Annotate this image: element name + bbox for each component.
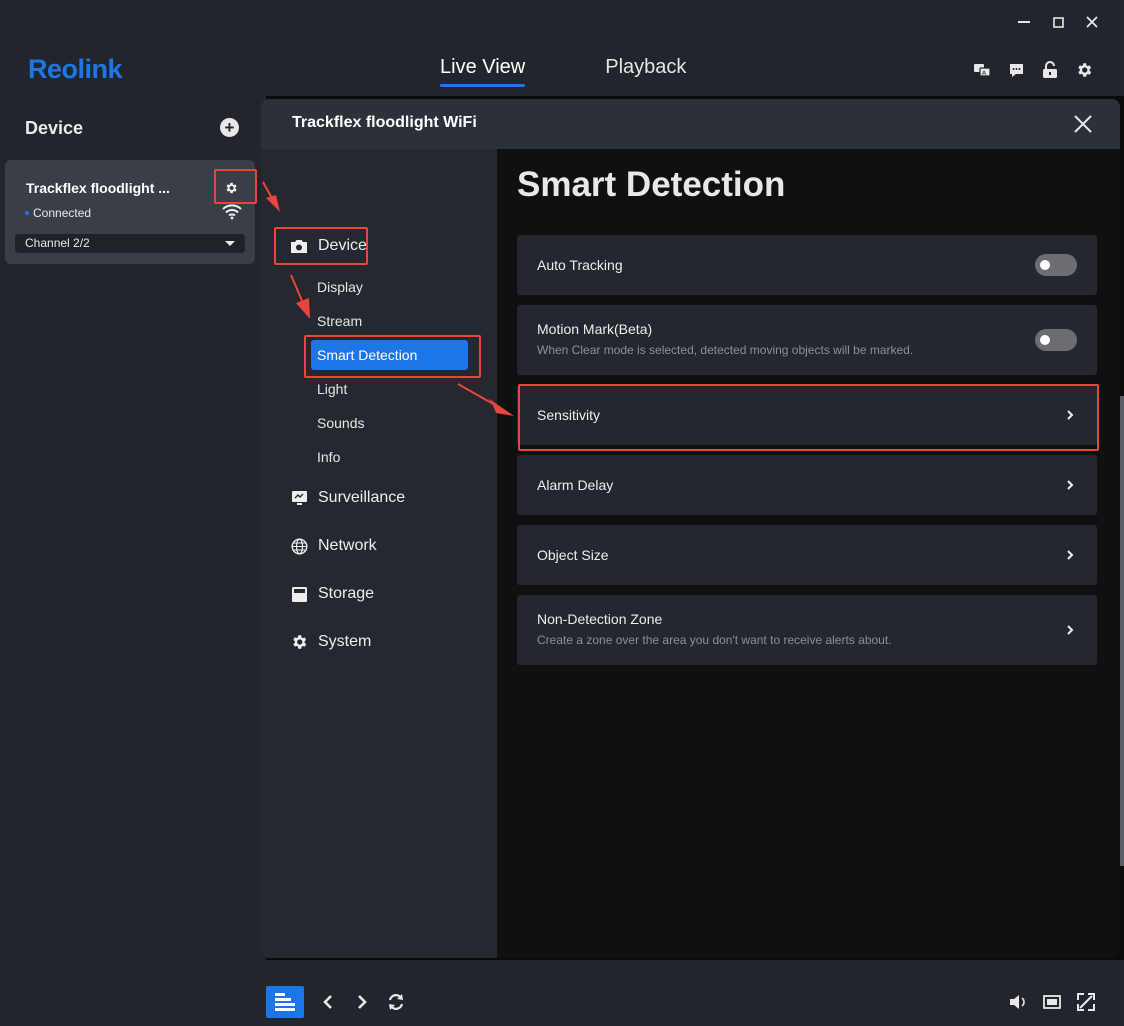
sidebar-item-network[interactable]: Network [290, 537, 377, 555]
device-status: Connected [25, 206, 91, 220]
sidebar-item-smart-detection[interactable]: Smart Detection [311, 340, 468, 370]
main-nav-tabs: Live View Playback [440, 56, 686, 87]
settings-content: Smart Detection Auto Tracking Motion Mar… [497, 149, 1120, 958]
add-device-button[interactable]: + [220, 118, 239, 137]
sidebar-item-light[interactable]: Light [317, 381, 347, 397]
gear-icon[interactable] [1074, 60, 1094, 80]
screen-icon[interactable] [1042, 992, 1062, 1012]
row-non-detection-zone[interactable]: Non-Detection Zone Create a zone over th… [517, 595, 1097, 665]
language-icon[interactable]: A [972, 60, 992, 80]
device-status-text: Connected [33, 206, 92, 220]
row-label: Auto Tracking [537, 257, 623, 273]
tab-live-view[interactable]: Live View [440, 56, 526, 87]
row-object-size[interactable]: Object Size [517, 525, 1097, 585]
chevron-right-icon [1067, 480, 1074, 490]
sidebar-item-info[interactable]: Info [317, 449, 340, 465]
surveillance-icon [290, 489, 308, 507]
dialog-close-icon[interactable] [1070, 111, 1096, 137]
motion-mark-toggle[interactable] [1035, 329, 1077, 351]
toggle-knob [1040, 260, 1050, 270]
row-description: Create a zone over the area you don't wa… [537, 633, 892, 647]
toggle-knob [1040, 335, 1050, 345]
row-label: Non-Detection Zone [537, 611, 663, 627]
sidebar-item-display[interactable]: Display [317, 279, 363, 295]
globe-icon [290, 537, 308, 555]
row-label: Alarm Delay [537, 477, 614, 493]
bottom-toolbar [266, 976, 1124, 1026]
sidebar-item-network-label: Network [318, 537, 377, 554]
device-panel-title: Device [25, 118, 84, 138]
plus-icon: + [224, 118, 235, 137]
gear-icon [290, 633, 308, 651]
chevron-right-icon [1067, 550, 1074, 560]
channel-select[interactable]: Channel 2/2 [15, 234, 245, 253]
sidebar-item-storage-label: Storage [318, 585, 375, 602]
refresh-icon[interactable] [386, 992, 406, 1012]
settings-dialog: Trackflex floodlight WiFi Device Display… [261, 99, 1120, 958]
row-auto-tracking: Auto Tracking [517, 235, 1097, 295]
sidebar-item-storage[interactable]: Storage [290, 585, 374, 603]
reolink-logo: Reolink [28, 54, 123, 84]
row-label: Object Size [537, 547, 609, 563]
auto-tracking-toggle[interactable] [1035, 254, 1077, 276]
wifi-icon [222, 204, 242, 220]
message-icon[interactable] [1006, 60, 1026, 80]
chevron-right-icon [1067, 410, 1074, 420]
sidebar-item-device-label: Device [318, 237, 367, 254]
device-settings-gear-icon[interactable] [221, 178, 241, 198]
sidebar-item-surveillance-label: Surveillance [318, 489, 406, 506]
row-sensitivity[interactable]: Sensitivity [517, 385, 1097, 445]
tab-playback[interactable]: Playback [605, 56, 686, 87]
device-card[interactable]: Trackflex floodlight ... Connected Chann… [5, 160, 255, 264]
sidebar-item-surveillance[interactable]: Surveillance [290, 489, 405, 507]
row-alarm-delay[interactable]: Alarm Delay [517, 455, 1097, 515]
close-icon[interactable] [1082, 10, 1102, 34]
sidebar-item-sounds[interactable]: Sounds [317, 415, 364, 431]
top-toolbar: A [972, 60, 1094, 80]
caret-down-icon [225, 241, 235, 246]
chevron-right-icon [1067, 625, 1074, 635]
sidebar-item-system[interactable]: System [290, 633, 371, 651]
bottom-toolbar-left [266, 986, 406, 1018]
row-motion-mark: Motion Mark(Beta) When Clear mode is sel… [517, 305, 1097, 375]
row-description: When Clear mode is selected, detected mo… [537, 343, 914, 357]
camera-icon [290, 237, 308, 255]
sidebar-item-device[interactable]: Device [290, 237, 367, 255]
row-label: Sensitivity [537, 407, 601, 423]
window-controls [1014, 10, 1102, 34]
sidebar-item-system-label: System [318, 633, 372, 650]
volume-icon[interactable] [1008, 992, 1028, 1012]
bottom-toolbar-right [1008, 992, 1096, 1012]
dialog-header: Trackflex floodlight WiFi [261, 99, 1120, 149]
minimize-icon[interactable] [1014, 10, 1034, 34]
page-title: Smart Detection [517, 165, 786, 204]
storage-icon [290, 585, 308, 603]
row-label: Motion Mark(Beta) [537, 321, 653, 337]
scrollbar[interactable] [1120, 396, 1124, 866]
sidebar-item-stream[interactable]: Stream [317, 313, 362, 329]
status-dot-icon [25, 211, 29, 215]
maximize-icon[interactable] [1048, 10, 1068, 34]
app-window: Reolink Live View Playback A Device + Tr… [0, 0, 1124, 1026]
fullscreen-icon[interactable] [1076, 992, 1096, 1012]
chevron-right-icon[interactable] [352, 992, 372, 1012]
grid-layout-icon[interactable] [266, 986, 304, 1018]
device-panel: Device + Trackflex floodlight ... Connec… [0, 96, 266, 1026]
unlock-icon[interactable] [1040, 60, 1060, 80]
channel-select-value: Channel 2/2 [25, 236, 90, 250]
device-name: Trackflex floodlight ... [26, 180, 170, 196]
dialog-title: Trackflex floodlight WiFi [292, 114, 477, 131]
chevron-left-icon[interactable] [318, 992, 338, 1012]
settings-sidebar: Device Display Stream Smart Detection Li… [261, 149, 497, 958]
